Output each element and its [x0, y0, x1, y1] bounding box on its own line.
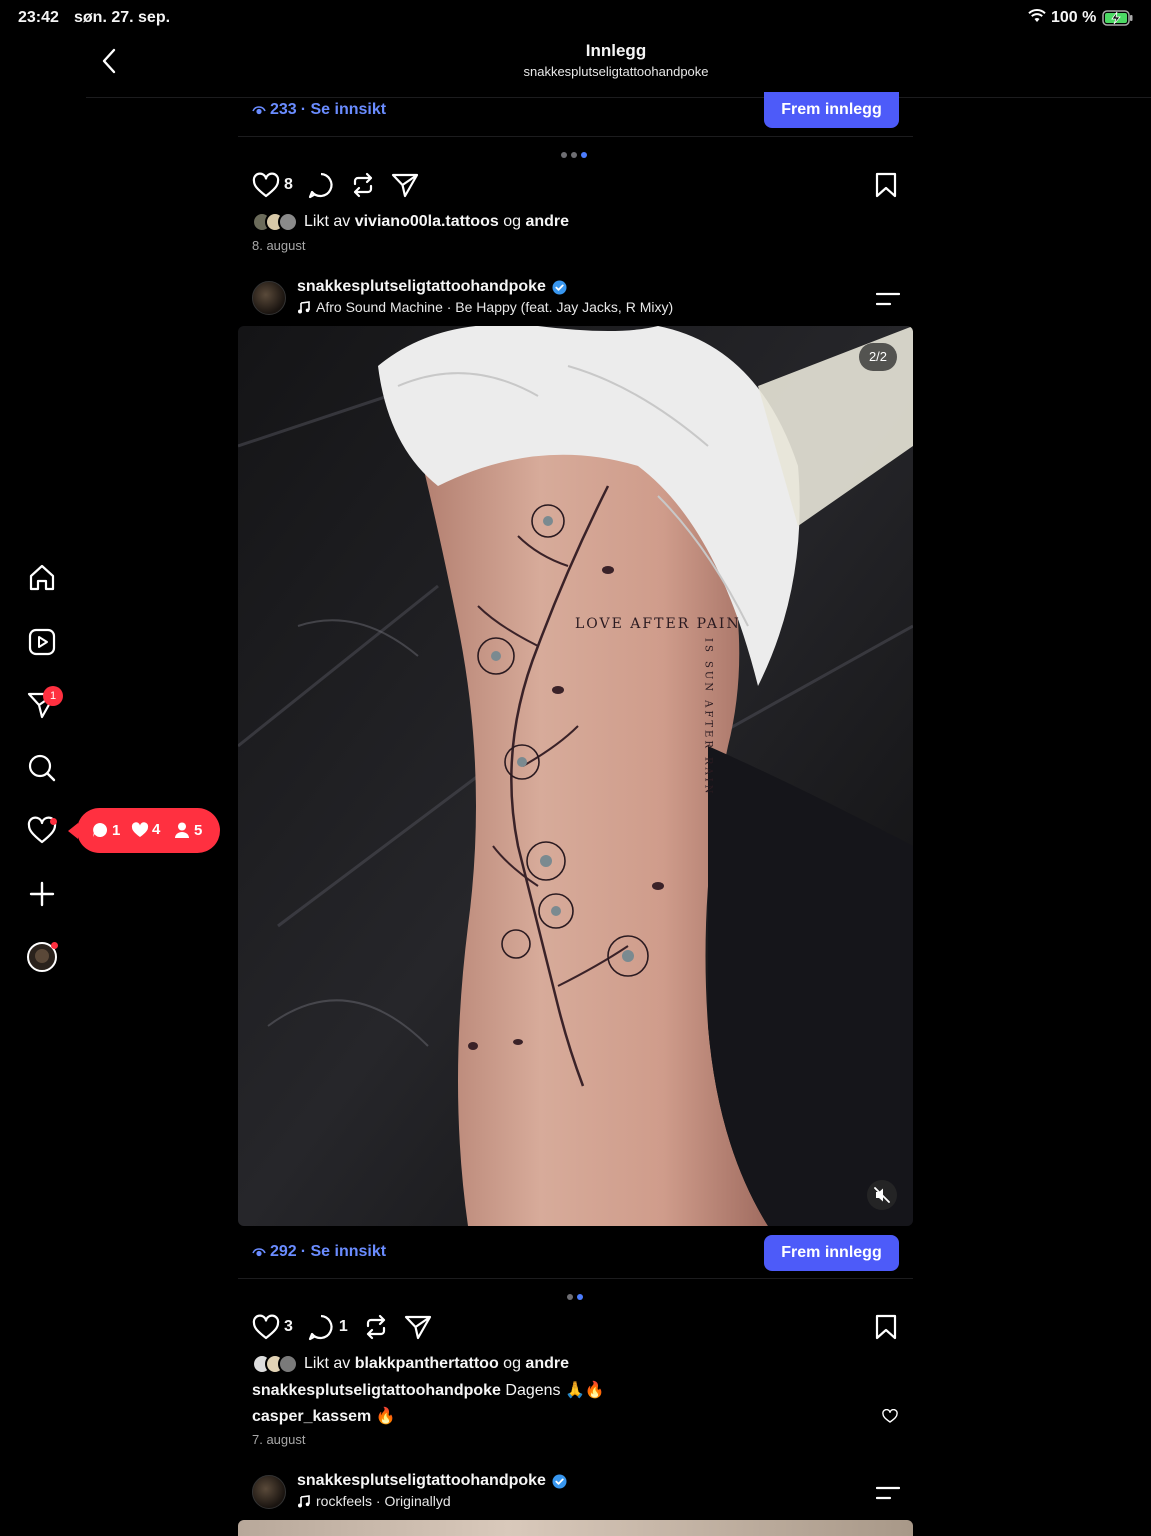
post-author-avatar[interactable] — [252, 1475, 286, 1509]
liker-avatars — [252, 212, 298, 232]
tattoo-text-vertical: IS SUN AFTER RAIN — [703, 638, 714, 796]
heart-icon — [252, 172, 280, 198]
liker-username[interactable]: viviano00la.tattoos — [355, 213, 499, 231]
bookmark-icon — [875, 172, 897, 198]
home-icon[interactable] — [26, 562, 58, 594]
mute-button[interactable] — [867, 1180, 897, 1210]
page-subtitle[interactable]: snakkesplutseligtattoohandpoke — [86, 64, 1146, 79]
post-actions: 8 — [252, 170, 433, 200]
insight-link[interactable]: 292 · Se innsikt — [252, 1243, 386, 1261]
like-count-item: 4 — [131, 821, 160, 838]
profile-dot — [51, 942, 58, 949]
post-photo[interactable]: LOVE AFTER PAIN IS SUN AFTER RAIN 2/2 — [238, 326, 913, 1226]
liker-avatars — [252, 1354, 298, 1374]
menu-lines-icon — [875, 1486, 901, 1500]
like-button[interactable]: 3 — [252, 1314, 293, 1340]
save-bookmark-button[interactable] — [875, 1314, 897, 1340]
activity-dot — [50, 818, 57, 825]
create-plus-icon[interactable] — [26, 878, 58, 910]
verified-badge-icon — [552, 280, 567, 294]
muted-speaker-icon — [874, 1187, 890, 1203]
liker-others[interactable]: andre — [525, 1355, 569, 1373]
liked-by-row[interactable]: Likt av viviano00la.tattoos og andre — [252, 212, 569, 232]
divider — [238, 1278, 913, 1279]
comment-like-button[interactable] — [882, 1408, 898, 1423]
share-button[interactable] — [391, 171, 419, 199]
bookmark-icon — [875, 1314, 897, 1340]
promote-post-button[interactable]: Frem innlegg — [764, 92, 899, 128]
liker-others[interactable]: andre — [525, 213, 569, 231]
post-caption: snakkesplutseligtattoohandpoke Dagens 🙏🔥 — [252, 1380, 605, 1400]
post-actions: 3 1 — [252, 1312, 446, 1342]
next-post-photo[interactable] — [238, 1520, 913, 1536]
comment-row: casper_kassem 🔥 — [252, 1406, 396, 1426]
views-eye-icon — [252, 106, 266, 115]
post-header: snakkesplutseligtattoohandpoke rockfeels… — [252, 1472, 901, 1512]
divider — [238, 136, 913, 137]
views-eye-icon — [252, 1248, 266, 1257]
comment-button[interactable] — [307, 171, 335, 199]
music-note-icon — [298, 300, 310, 313]
post-date: 7. august — [252, 1432, 306, 1447]
comment-text: 🔥 — [375, 1408, 396, 1425]
status-time: 23:42 — [18, 9, 59, 26]
like-button[interactable]: 8 — [252, 172, 293, 198]
send-icon — [404, 1315, 431, 1340]
comment-count-item: 1 — [91, 821, 120, 839]
post-header: snakkesplutseligtattoohandpoke Afro Soun… — [252, 278, 901, 318]
status-bar: 23:42 søn. 27. sep. 100 % — [0, 0, 1151, 36]
post-date: 8. august — [252, 238, 306, 253]
repost-icon — [366, 1314, 385, 1340]
share-button[interactable] — [404, 1313, 432, 1341]
carousel-dots — [567, 1294, 583, 1300]
battery-charging-icon — [1102, 10, 1134, 31]
post-author[interactable]: snakkesplutseligtattoohandpoke — [297, 1472, 567, 1490]
carousel-counter: 2/2 — [859, 343, 897, 371]
top-bar: Innlegg snakkesplutseligtattoohandpoke — [86, 36, 1151, 98]
status-date: søn. 27. sep. — [74, 9, 171, 26]
comment-username[interactable]: casper_kassem — [252, 1408, 371, 1425]
caption-username[interactable]: snakkesplutseligtattoohandpoke — [252, 1382, 501, 1399]
post-menu-button[interactable] — [875, 291, 901, 307]
repost-button[interactable] — [362, 1313, 390, 1341]
post-music[interactable]: Afro Sound Machine · Be Happy (feat. Jay… — [297, 299, 673, 315]
save-bookmark-button[interactable] — [875, 172, 897, 198]
follower-count-item: 5 — [173, 821, 202, 839]
heart-icon — [882, 1408, 898, 1423]
search-icon[interactable] — [26, 752, 58, 784]
send-icon — [391, 173, 419, 198]
heart-icon — [252, 1314, 280, 1340]
comment-button[interactable]: 1 — [307, 1313, 348, 1341]
reels-icon[interactable] — [26, 626, 58, 658]
messages-badge: 1 — [43, 686, 63, 706]
caption-text: Dagens 🙏🔥 — [505, 1382, 605, 1399]
carousel-dots — [561, 152, 587, 158]
music-note-icon — [298, 1494, 310, 1507]
tattoo-text: LOVE AFTER PAIN — [575, 616, 741, 632]
activity-notification-bubble[interactable]: 1 4 5 — [68, 808, 220, 853]
battery-percent: 100 % — [1051, 9, 1097, 26]
post-author[interactable]: snakkesplutseligtattoohandpoke — [297, 278, 567, 296]
promote-post-button[interactable]: Frem innlegg — [764, 1235, 899, 1271]
menu-lines-icon — [875, 292, 901, 306]
wifi-icon — [1028, 9, 1046, 28]
repost-button[interactable] — [349, 171, 377, 199]
page-title: Innlegg — [585, 41, 647, 60]
person-icon — [175, 822, 189, 838]
post-author-avatar[interactable] — [252, 281, 286, 315]
liked-by-row[interactable]: Likt av blakkpanthertattoo og andre — [252, 1354, 569, 1374]
tattoo-photo-illustration: LOVE AFTER PAIN IS SUN AFTER RAIN — [238, 326, 913, 1226]
repost-icon — [353, 172, 373, 198]
heart-filled-icon — [131, 821, 149, 837]
comment-icon — [308, 1314, 333, 1341]
verified-badge-icon — [552, 1474, 567, 1488]
liker-username[interactable]: blakkpanthertattoo — [355, 1355, 499, 1373]
comment-bubble-icon — [93, 822, 108, 837]
post-menu-button[interactable] — [875, 1485, 901, 1501]
comment-icon — [308, 172, 333, 199]
post-music[interactable]: rockfeels · Originallyd — [297, 1493, 451, 1509]
insight-link[interactable]: 233 · Se innsikt — [252, 101, 386, 119]
